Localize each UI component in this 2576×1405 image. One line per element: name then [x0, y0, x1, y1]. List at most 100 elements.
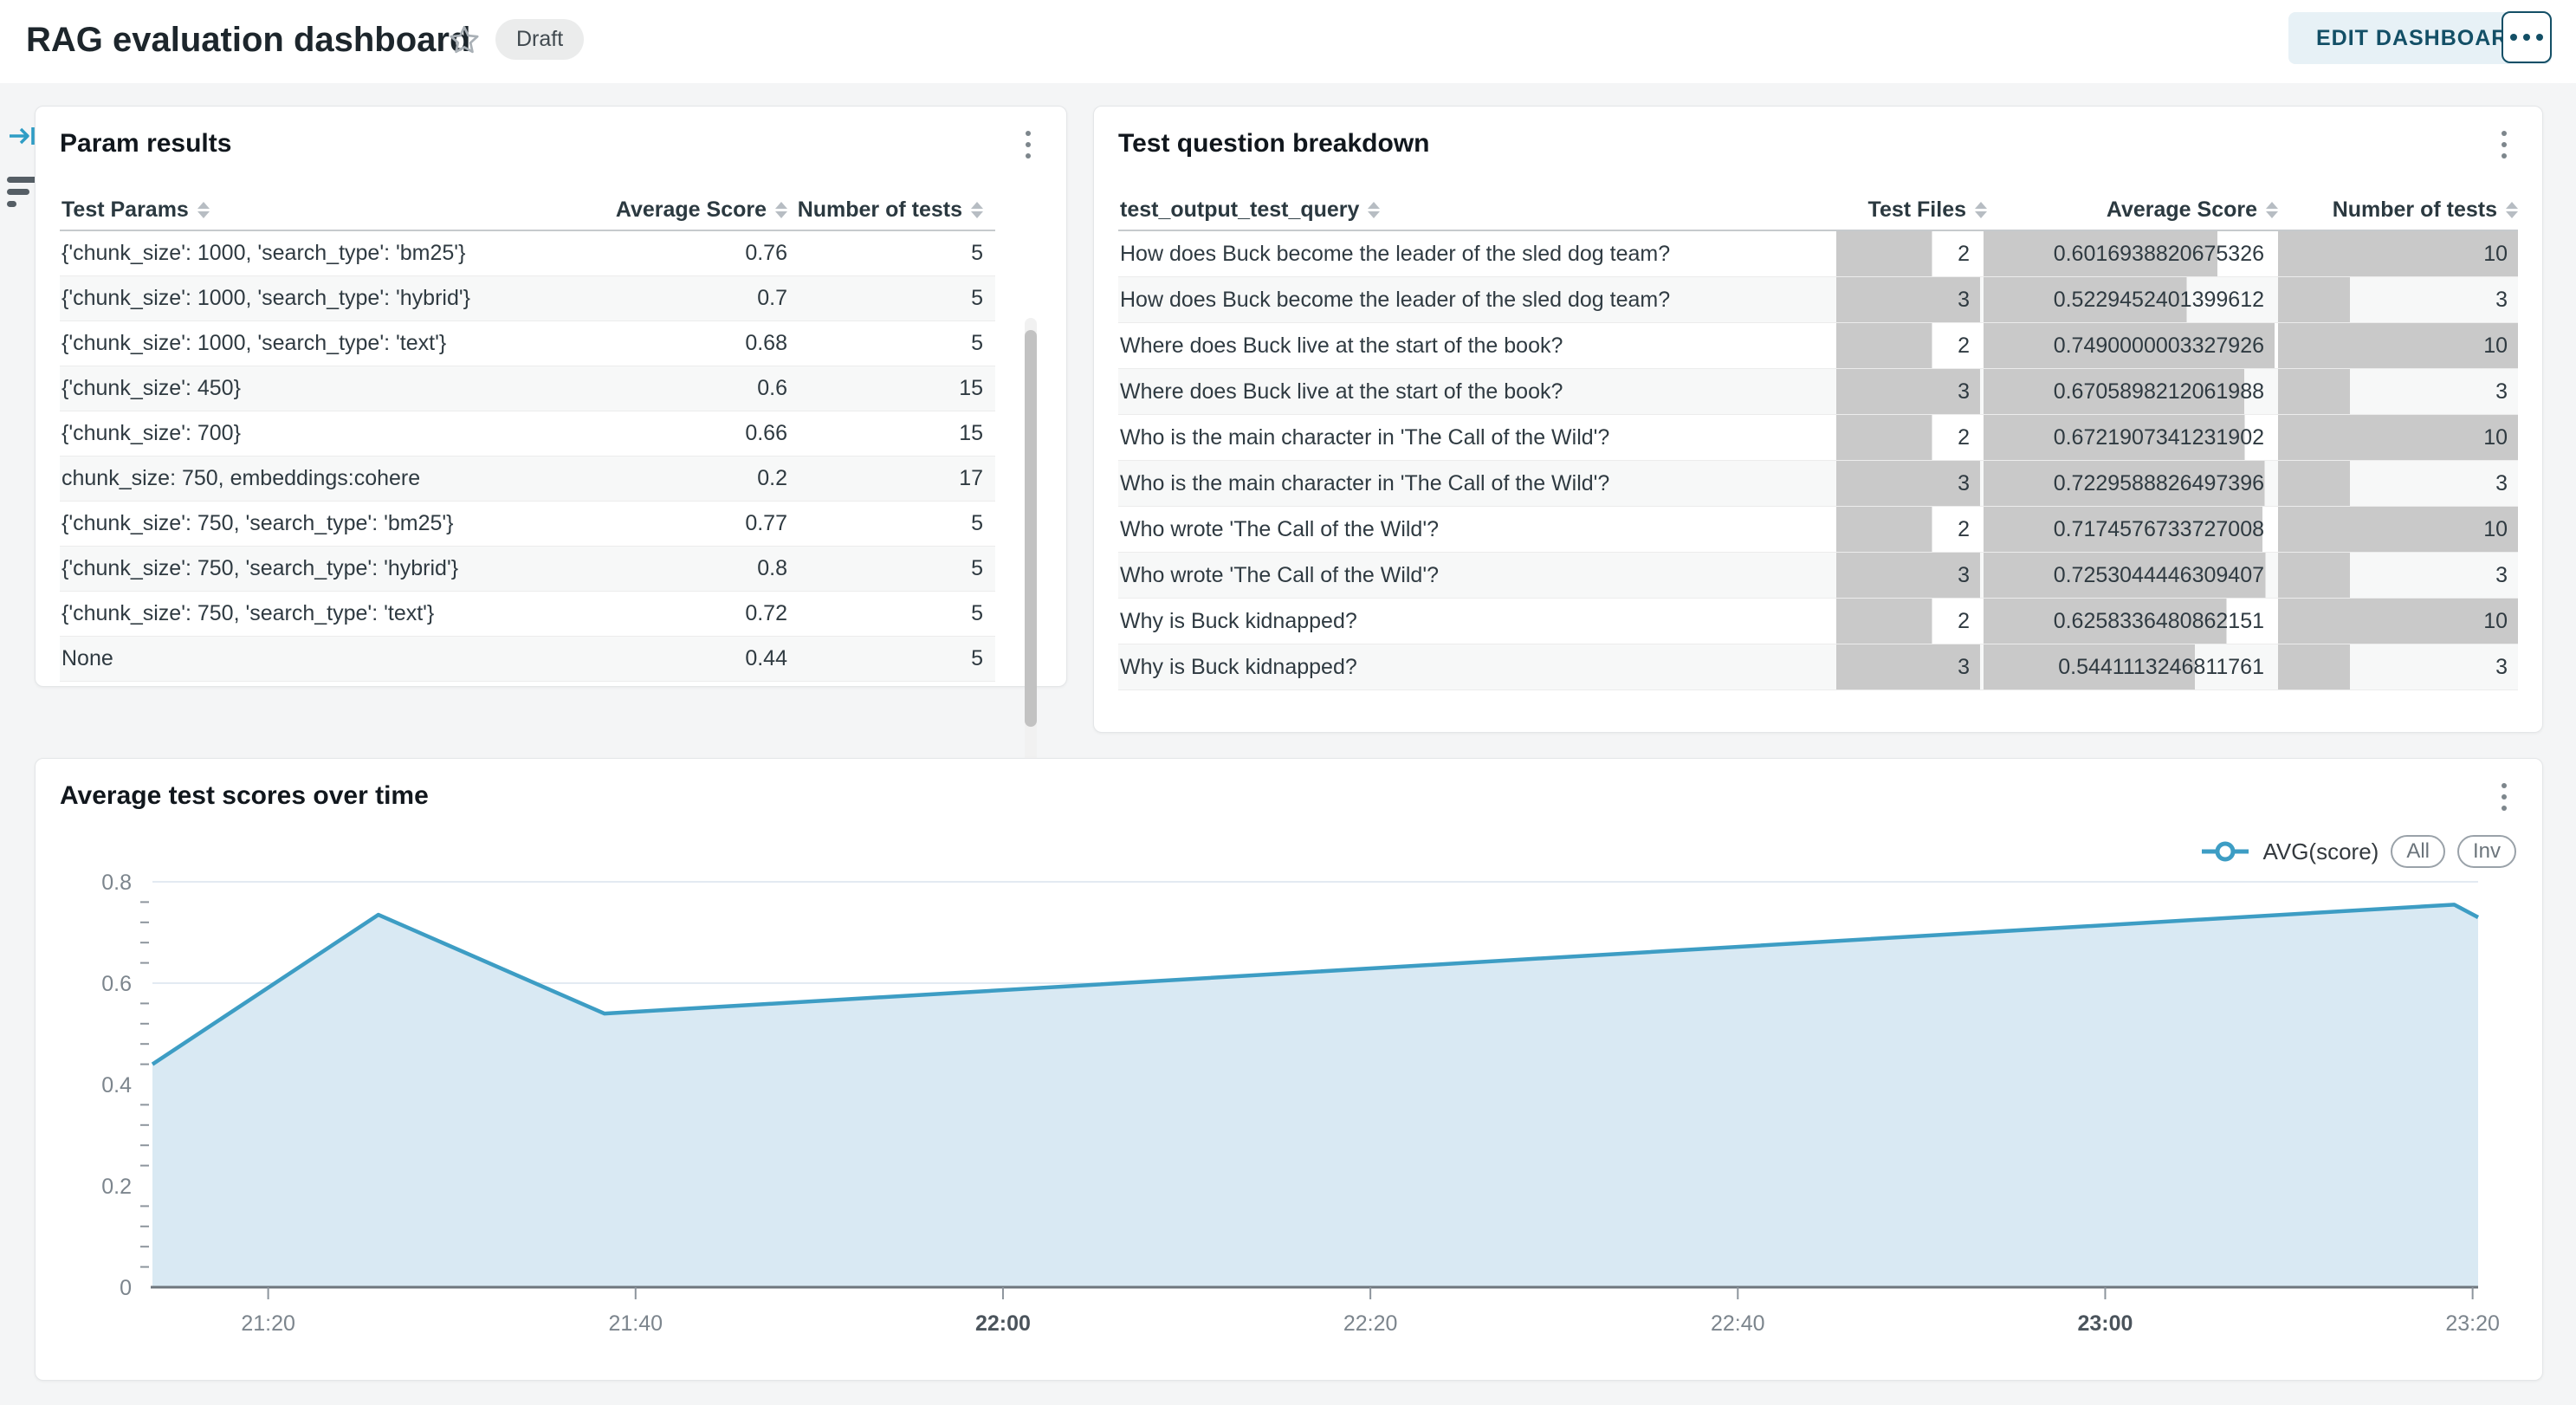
average-score-databar-cell: 0.7253044446309407 — [1984, 553, 2275, 598]
svg-text:23:20: 23:20 — [2445, 1311, 2500, 1336]
average-score-cell: 0.6 — [601, 376, 787, 401]
average-score-databar-cell: 0.7174576733727008 — [1984, 507, 2275, 552]
table-row: {'chunk_size': 700} 0.66 15 — [60, 411, 995, 456]
panel-menu-kebab-icon[interactable] — [2487, 126, 2521, 164]
number-of-tests-databar-cell: 10 — [2278, 507, 2518, 552]
number-of-tests-databar-cell: 10 — [2278, 415, 2518, 460]
table-row: {'chunk_size': 750, 'search_type': 'hybr… — [60, 547, 995, 592]
svg-text:22:20: 22:20 — [1343, 1311, 1398, 1336]
table-scrollbar-thumb[interactable] — [1025, 330, 1037, 727]
test-query-cell: Who is the main character in 'The Call o… — [1118, 425, 1833, 450]
favorite-star-icon[interactable] — [449, 24, 480, 55]
test-files-databar-cell: 2 — [1836, 415, 1980, 460]
test-files-databar-cell: 3 — [1836, 461, 1980, 506]
sort-icon — [197, 202, 210, 218]
more-options-button[interactable] — [2502, 11, 2552, 63]
number-of-tests-databar-cell: 3 — [2278, 369, 2518, 414]
column-header-number-of-tests[interactable]: Number of tests — [2278, 197, 2518, 223]
table-row: Where does Buck live at the start of the… — [1118, 323, 2518, 369]
number-of-tests-cell: 5 — [787, 601, 995, 626]
test-params-cell: chunk_size: 750, embeddings:cohere — [60, 466, 601, 491]
test-query-cell: How does Buck become the leader of the s… — [1118, 288, 1833, 313]
panel-title: Param results — [60, 129, 231, 159]
scores-over-time-panel: Average test scores over time AVG(score)… — [35, 758, 2543, 1381]
sort-icon — [1975, 202, 1987, 218]
number-of-tests-databar-cell: 10 — [2278, 231, 2518, 276]
test-params-cell: {'chunk_size': 700} — [60, 421, 601, 446]
number-of-tests-cell: 5 — [787, 511, 995, 536]
question-breakdown-panel: Test question breakdown test_output_test… — [1093, 106, 2543, 733]
average-score-databar-cell: 0.6705898212061988 — [1984, 369, 2275, 414]
number-of-tests-databar-cell: 3 — [2278, 644, 2518, 690]
average-score-databar-cell: 0.7490000003327926 — [1984, 323, 2275, 368]
test-files-databar-cell: 2 — [1836, 507, 1980, 552]
param-results-table: Test Params Average Score Number of test… — [60, 190, 995, 682]
column-header-test-files[interactable]: Test Files — [1843, 197, 1987, 223]
test-files-databar-cell: 2 — [1836, 231, 1980, 276]
average-score-cell: 0.44 — [601, 646, 787, 671]
table-row: How does Buck become the leader of the s… — [1118, 231, 2518, 277]
test-files-databar-cell: 3 — [1836, 553, 1980, 598]
average-score-cell: 0.2 — [601, 466, 787, 491]
table-row: {'chunk_size': 750, 'search_type': 'bm25… — [60, 502, 995, 547]
table-scrollbar-track[interactable] — [1025, 318, 1037, 767]
status-badge: Draft — [495, 19, 584, 60]
column-header-average-score[interactable]: Average Score — [1987, 197, 2278, 223]
test-files-databar-cell: 2 — [1836, 599, 1980, 644]
number-of-tests-cell: 5 — [787, 646, 995, 671]
average-score-cell: 0.7 — [601, 286, 787, 311]
average-score-cell: 0.8 — [601, 556, 787, 581]
number-of-tests-cell: 15 — [787, 421, 995, 446]
question-breakdown-table: test_output_test_query Test Files Averag… — [1118, 190, 2518, 690]
collapse-panel-icon[interactable] — [7, 121, 38, 151]
average-score-cell: 0.68 — [601, 331, 787, 356]
table-row: {'chunk_size': 750, 'search_type': 'text… — [60, 592, 995, 637]
test-query-cell: How does Buck become the leader of the s… — [1118, 242, 1833, 267]
svg-text:0.8: 0.8 — [101, 871, 132, 895]
test-params-cell: {'chunk_size': 750, 'search_type': 'text… — [60, 601, 601, 626]
table-row: {'chunk_size': 1000, 'search_type': 'hyb… — [60, 276, 995, 321]
test-params-cell: {'chunk_size': 450} — [60, 376, 601, 401]
table-row: Who wrote 'The Call of the Wild'? 3 0.72… — [1118, 553, 2518, 599]
svg-text:21:40: 21:40 — [609, 1311, 663, 1336]
test-files-databar-cell: 3 — [1836, 277, 1980, 322]
table-body: How does Buck become the leader of the s… — [1118, 231, 2518, 690]
number-of-tests-cell: 15 — [787, 376, 995, 401]
sort-icon — [775, 202, 787, 218]
svg-text:0.6: 0.6 — [101, 972, 132, 996]
number-of-tests-cell: 5 — [787, 286, 995, 311]
column-header-number-of-tests[interactable]: Number of tests — [787, 197, 995, 223]
svg-text:23:00: 23:00 — [2077, 1311, 2133, 1336]
number-of-tests-databar-cell: 3 — [2278, 553, 2518, 598]
table-row: {'chunk_size': 1000, 'search_type': 'bm2… — [60, 231, 995, 276]
table-header-row: test_output_test_query Test Files Averag… — [1118, 190, 2518, 231]
number-of-tests-cell: 5 — [787, 331, 995, 356]
sort-icon — [971, 202, 983, 218]
column-header-test-params[interactable]: Test Params — [60, 197, 601, 223]
test-params-cell: {'chunk_size': 1000, 'search_type': 'tex… — [60, 331, 601, 356]
table-row: Who is the main character in 'The Call o… — [1118, 461, 2518, 507]
svg-text:0.4: 0.4 — [101, 1073, 132, 1097]
svg-text:21:20: 21:20 — [241, 1311, 295, 1336]
average-score-databar-cell: 0.6258336480862151 — [1984, 599, 2275, 644]
average-score-cell: 0.72 — [601, 601, 787, 626]
number-of-tests-databar-cell: 3 — [2278, 461, 2518, 506]
param-results-panel: Param results Test Params Average Score … — [35, 106, 1067, 687]
column-header-average-score[interactable]: Average Score — [601, 197, 787, 223]
column-header-test-query[interactable]: test_output_test_query — [1118, 197, 1843, 223]
page-title: RAG evaluation dashboard — [26, 21, 470, 60]
table-row: Who is the main character in 'The Call o… — [1118, 415, 2518, 461]
table-row: Why is Buck kidnapped? 2 0.6258336480862… — [1118, 599, 2518, 644]
test-params-cell: {'chunk_size': 750, 'search_type': 'hybr… — [60, 556, 601, 581]
test-params-cell: {'chunk_size': 750, 'search_type': 'bm25… — [60, 511, 601, 536]
table-row: {'chunk_size': 1000, 'search_type': 'tex… — [60, 321, 995, 366]
test-files-databar-cell: 3 — [1836, 369, 1980, 414]
test-query-cell: Why is Buck kidnapped? — [1118, 609, 1833, 634]
panel-menu-kebab-icon[interactable] — [1011, 126, 1045, 164]
svg-text:22:40: 22:40 — [1711, 1311, 1765, 1336]
sort-icon — [1368, 202, 1380, 218]
test-query-cell: Where does Buck live at the start of the… — [1118, 333, 1833, 359]
table-row: None 0.44 5 — [60, 637, 995, 682]
svg-text:0: 0 — [120, 1276, 132, 1300]
average-score-databar-cell: 0.5229452401399612 — [1984, 277, 2275, 322]
